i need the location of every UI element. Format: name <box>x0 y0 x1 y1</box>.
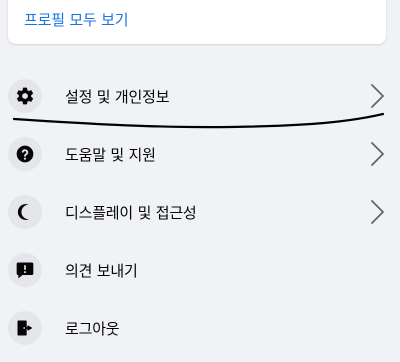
menu-item-label: 의견 보내기 <box>65 262 138 280</box>
menu-item-give-feedback[interactable]: 의견 보내기 <box>0 240 400 298</box>
settings-menu: 설정 및 개인정보 도움말 및 지원 디스플레이 및 접근성 의견 보내기 로그… <box>0 66 400 356</box>
menu-item-log-out[interactable]: 로그아웃 <box>0 298 400 356</box>
chevron-right-icon <box>371 142 384 166</box>
see-all-profiles-link[interactable]: 프로필 모두 보기 <box>24 9 129 30</box>
menu-item-display-accessibility[interactable]: 디스플레이 및 접근성 <box>0 182 400 240</box>
logout-icon <box>8 311 42 345</box>
menu-item-label: 설정 및 개인정보 <box>65 88 170 106</box>
menu-item-label: 디스플레이 및 접근성 <box>65 204 197 222</box>
question-icon <box>8 137 42 171</box>
menu-item-label: 도움말 및 지원 <box>65 146 156 164</box>
menu-item-label: 로그아웃 <box>65 320 120 338</box>
profile-card: 프로필 모두 보기 <box>8 0 386 44</box>
moon-icon <box>8 195 42 229</box>
chevron-right-icon <box>371 84 384 108</box>
gear-icon <box>8 79 42 113</box>
menu-item-help-support[interactable]: 도움말 및 지원 <box>0 124 400 182</box>
feedback-icon <box>8 253 42 287</box>
chevron-right-icon <box>371 200 384 224</box>
menu-item-settings-privacy[interactable]: 설정 및 개인정보 <box>0 66 400 124</box>
